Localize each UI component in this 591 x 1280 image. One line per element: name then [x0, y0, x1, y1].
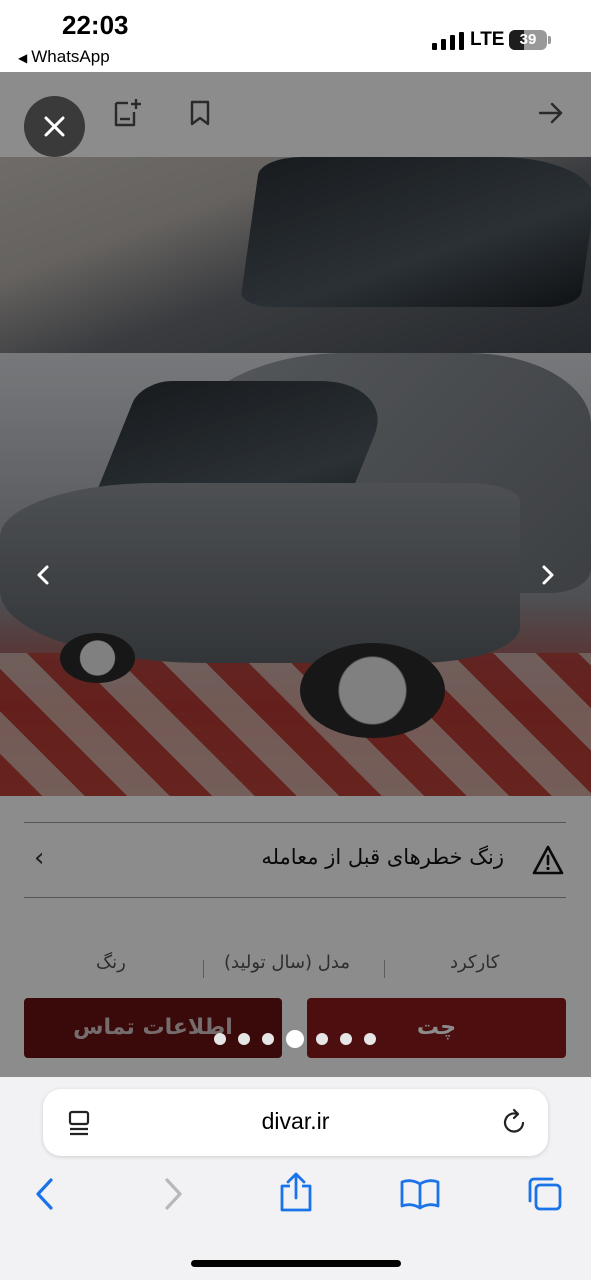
close-gallery-button[interactable] [24, 96, 85, 157]
gallery-pagination[interactable] [214, 1030, 384, 1048]
bookmark-icon[interactable] [189, 98, 211, 128]
book-icon[interactable] [400, 1178, 440, 1210]
pagination-dot-active[interactable] [286, 1030, 304, 1048]
spec-divider [203, 960, 204, 978]
photo-car-wheel-front [300, 643, 445, 738]
spec-headers: کارکرد مدل (سال تولید) رنگ [60, 952, 540, 982]
spec-model-year: مدل (سال تولید) [224, 952, 350, 973]
status-time: 22:03 [62, 10, 129, 40]
back-triangle-icon: ◀ [18, 51, 28, 65]
pagination-dot[interactable] [214, 1033, 226, 1045]
battery-cap [548, 36, 551, 44]
address-bar[interactable]: divar.ir [43, 1089, 548, 1156]
chevron-left-icon: ‹ [34, 843, 45, 873]
risk-warning-text: زنگ خطرهای قبل از معامله [261, 845, 504, 869]
url-text: divar.ir [261, 1108, 330, 1134]
spec-divider [384, 960, 385, 978]
back-icon[interactable] [32, 1176, 58, 1212]
pagination-dot[interactable] [364, 1033, 376, 1045]
add-note-icon[interactable] [112, 98, 144, 128]
forward-icon[interactable] [160, 1176, 186, 1212]
spec-color: رنگ [96, 952, 126, 973]
photo-windshield-shape [239, 157, 591, 307]
home-indicator [191, 1260, 401, 1267]
listing-photo-current[interactable] [0, 353, 591, 796]
battery-percent: 39 [519, 31, 537, 48]
pagination-dot[interactable] [238, 1033, 250, 1045]
listing-page: ‹ زنگ خطرهای قبل از معامله کارکرد مدل (س… [0, 72, 591, 1077]
risk-warning-row[interactable]: ‹ زنگ خطرهای قبل از معامله [24, 822, 566, 898]
contact-info-button[interactable]: اطلاعات تماس [24, 998, 282, 1058]
status-bar: 22:03 ◀ WhatsApp LTE 39 [0, 0, 591, 72]
pagination-dot[interactable] [340, 1033, 352, 1045]
chat-button[interactable]: چت [307, 998, 566, 1058]
photo-car-wheel-rear [60, 633, 135, 683]
pagination-dot[interactable] [316, 1033, 328, 1045]
battery-icon: 39 [509, 30, 547, 50]
signal-icon [432, 32, 464, 50]
reload-icon[interactable] [502, 1108, 528, 1136]
pagination-dot[interactable] [262, 1033, 274, 1045]
network-type: LTE [470, 29, 505, 50]
warning-triangle-icon [532, 845, 564, 875]
spec-mileage: کارکرد [450, 952, 500, 973]
close-icon [44, 116, 65, 137]
tabs-icon[interactable] [526, 1175, 564, 1213]
chevron-left-icon[interactable] [25, 557, 61, 593]
back-to-app-link[interactable]: ◀ WhatsApp [18, 47, 110, 67]
share-icon[interactable] [278, 1172, 314, 1214]
arrow-right-icon[interactable] [538, 101, 564, 125]
listing-photo-partial [0, 157, 591, 353]
back-app-label: WhatsApp [31, 47, 110, 66]
chevron-right-icon[interactable] [530, 557, 566, 593]
